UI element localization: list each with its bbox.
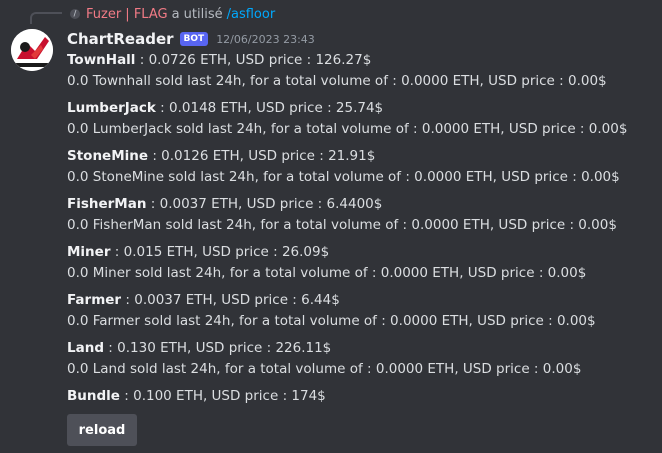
volume-line: 0.0 Land sold last 24h, for a total volu… xyxy=(67,361,582,377)
item-name: FisherMan xyxy=(67,196,147,212)
item-price: : 0.015 ETH, USD price : 26.09$ xyxy=(110,244,330,260)
price-line: Land : 0.130 ETH, USD price : 226.11$ xyxy=(67,338,657,359)
reply-username[interactable]: Fuzer | FLAG xyxy=(86,7,168,22)
volume-line: 0.0 Miner sold last 24h, for a total vol… xyxy=(67,265,587,281)
message-timestamp[interactable]: 12/06/2023 23:43 xyxy=(216,33,315,46)
list-item: StoneMine : 0.0126 ETH, USD price : 21.9… xyxy=(67,146,657,188)
item-price: : 0.100 ETH, USD price : 174$ xyxy=(119,388,326,404)
message-content: TownHall : 0.0726 ETH, USD price : 126.2… xyxy=(67,50,657,407)
list-item: FisherMan : 0.0037 ETH, USD price : 6.44… xyxy=(67,194,657,236)
reload-button[interactable]: reload xyxy=(67,414,137,446)
list-item: Land : 0.130 ETH, USD price : 226.11$ 0.… xyxy=(67,338,657,380)
avatar[interactable] xyxy=(11,29,53,71)
item-name: StoneMine xyxy=(67,148,149,164)
item-name: TownHall xyxy=(67,52,136,68)
item-name: Farmer xyxy=(67,292,122,308)
volume-line: 0.0 LumberJack sold last 24h, for a tota… xyxy=(67,121,628,137)
reply-context[interactable]: / Fuzer | FLAG a utilisé /asfloor xyxy=(70,5,275,23)
avatar-image xyxy=(11,29,53,71)
price-line: StoneMine : 0.0126 ETH, USD price : 21.9… xyxy=(67,146,657,167)
reply-text: a utilisé xyxy=(171,6,223,22)
item-price: : 0.0037 ETH, USD price : 6.4400$ xyxy=(146,196,383,212)
item-price: : 0.130 ETH, USD price : 226.11$ xyxy=(104,340,332,356)
price-line: Bundle : 0.100 ETH, USD price : 174$ xyxy=(67,386,657,407)
reply-connector xyxy=(30,12,62,24)
list-item: Miner : 0.015 ETH, USD price : 26.09$ 0.… xyxy=(67,242,657,284)
item-price: : 0.0037 ETH, USD price : 6.44$ xyxy=(121,292,340,308)
item-price: : 0.0126 ETH, USD price : 21.91$ xyxy=(148,148,376,164)
list-item: TownHall : 0.0726 ETH, USD price : 126.2… xyxy=(67,50,657,92)
price-line: LumberJack : 0.0148 ETH, USD price : 25.… xyxy=(67,98,657,119)
volume-line: 0.0 Farmer sold last 24h, for a total vo… xyxy=(67,313,596,329)
author-name[interactable]: ChartReader xyxy=(67,30,174,48)
list-item: LumberJack : 0.0148 ETH, USD price : 25.… xyxy=(67,98,657,140)
list-item: Farmer : 0.0037 ETH, USD price : 6.44$ 0… xyxy=(67,290,657,332)
volume-line: 0.0 StoneMine sold last 24h, for a total… xyxy=(67,169,620,185)
message-header: ChartReader BOT 12/06/2023 23:43 xyxy=(67,28,315,50)
list-item: Bundle : 0.100 ETH, USD price : 174$ xyxy=(67,386,657,407)
item-name: LumberJack xyxy=(67,100,156,116)
item-name: Bundle xyxy=(67,388,120,404)
item-name: Land xyxy=(67,340,104,356)
price-line: TownHall : 0.0726 ETH, USD price : 126.2… xyxy=(67,50,657,71)
price-line: FisherMan : 0.0037 ETH, USD price : 6.44… xyxy=(67,194,657,215)
volume-line: 0.0 Townhall sold last 24h, for a total … xyxy=(67,73,607,89)
bot-badge: BOT xyxy=(179,32,209,46)
price-line: Farmer : 0.0037 ETH, USD price : 6.44$ xyxy=(67,290,657,311)
slash-command-icon: / xyxy=(70,9,80,19)
item-name: Miner xyxy=(67,244,111,260)
reply-command[interactable]: /asfloor xyxy=(227,7,276,22)
volume-line: 0.0 FisherMan sold last 24h, for a total… xyxy=(67,217,617,233)
price-line: Miner : 0.015 ETH, USD price : 26.09$ xyxy=(67,242,657,263)
item-price: : 0.0148 ETH, USD price : 25.74$ xyxy=(155,100,384,116)
item-price: : 0.0726 ETH, USD price : 126.27$ xyxy=(135,52,372,68)
